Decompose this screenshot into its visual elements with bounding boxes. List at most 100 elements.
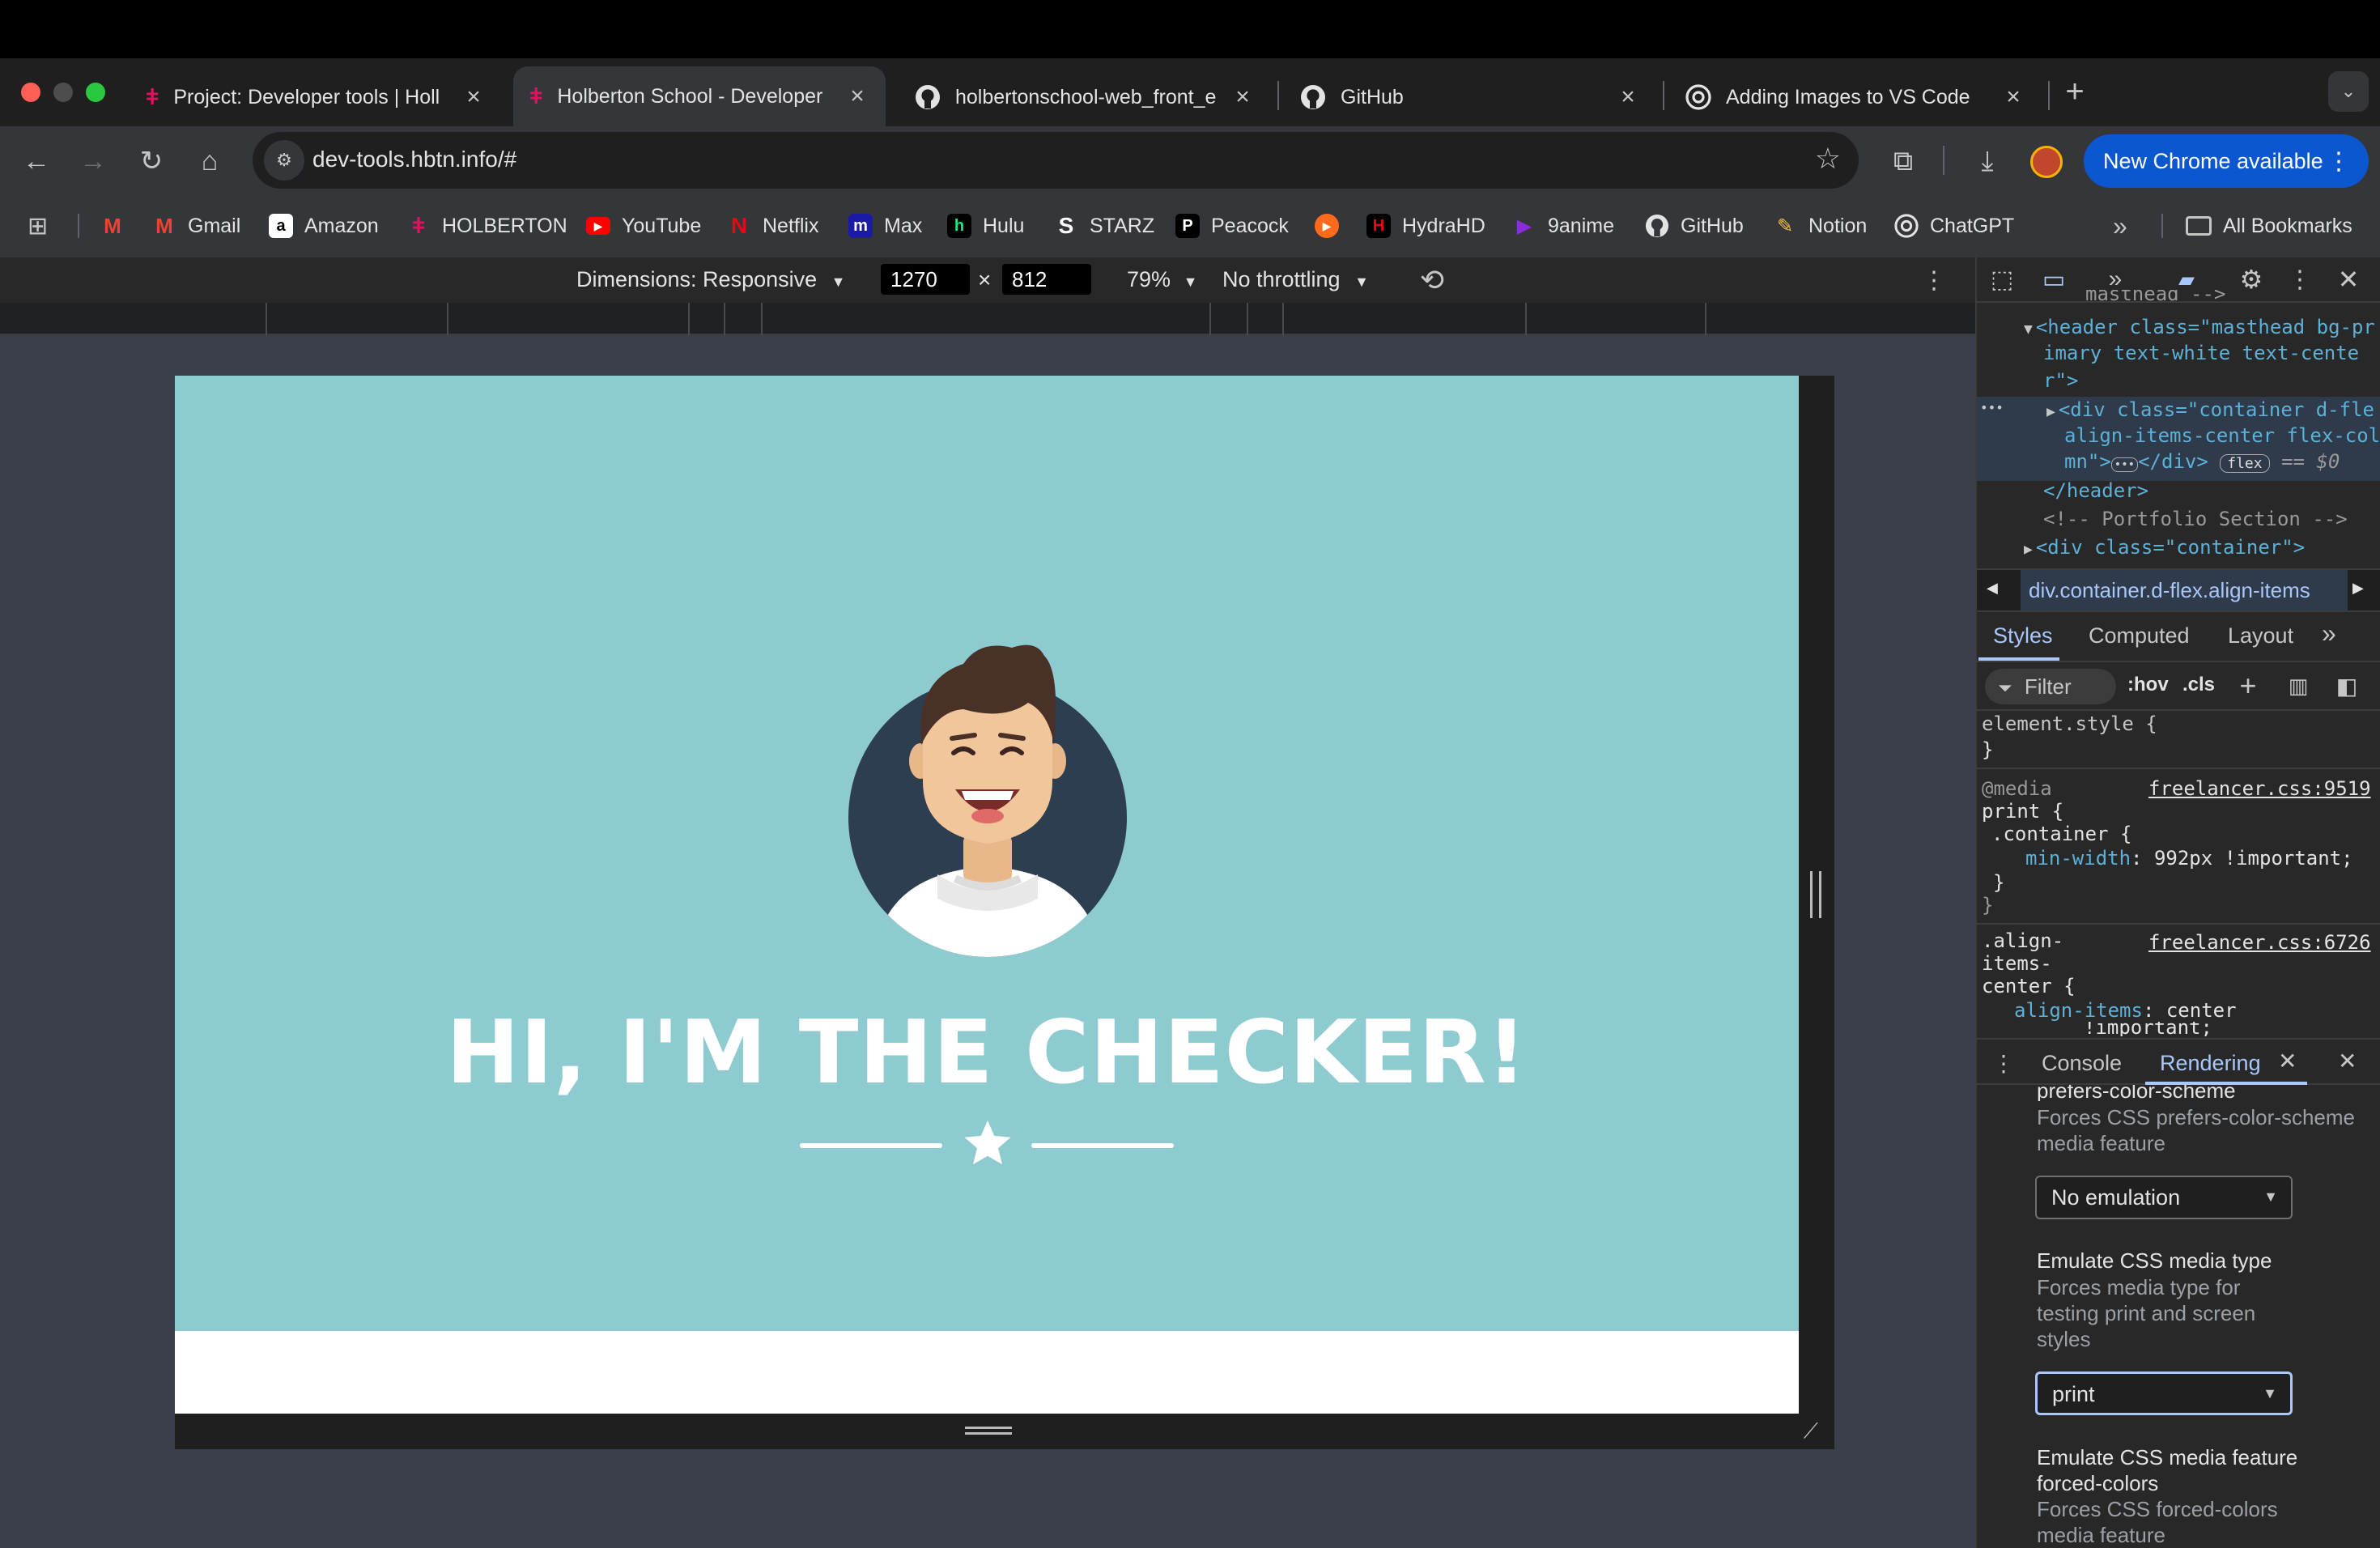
tab-github[interactable]: GitHub × [1284,68,1656,126]
tab-console[interactable]: Console [2042,1051,2122,1076]
bookmark-peacock[interactable]: P Peacock [1175,209,1289,243]
collapsed-ellipsis[interactable]: ••• [2110,457,2139,472]
height-input[interactable]: 812 [1002,264,1091,295]
bookmark-gmail[interactable]: M Gmail [152,209,240,243]
more-tabs-icon[interactable]: » [2322,619,2336,649]
bookmark-github[interactable]: GitHub [1645,209,1744,243]
close-rendering-tab-icon[interactable]: ✕ [2278,1048,2297,1074]
reload-button[interactable]: ↻ [131,141,172,181]
throttling-select[interactable]: No throttling ▼ [1222,267,1369,292]
bookmark-play[interactable]: ▶ [1315,209,1350,243]
new-rule-icon[interactable]: + [2228,666,2268,706]
more-vert-icon[interactable]: ⋮ [1914,260,1954,300]
tab-project-developer-tools[interactable]: ǂ Project: Developer tools | Holl × [130,68,502,126]
close-icon[interactable]: × [461,83,486,111]
bookmark-chatgpt[interactable]: ChatGPT [1894,209,2014,243]
more-vert-icon[interactable]: ⋮ [1983,1043,2024,1083]
dimensions-select[interactable]: Dimensions: Responsive ▼ [576,267,845,292]
tab-adding-images[interactable]: Adding Images to VS Code × [1669,68,2042,126]
bookmarks-overflow-button[interactable]: » [2113,209,2127,243]
close-devtools-icon[interactable]: ✕ [2328,259,2369,300]
close-window-button[interactable] [21,83,40,102]
zoom-select[interactable]: 79% ▼ [1127,267,1197,292]
settings-gear-icon[interactable]: ⚙ [2231,259,2272,300]
expand-arrow-icon[interactable]: ▶ [2046,403,2055,420]
caret-down-icon: ▼ [1183,274,1198,290]
bookmark-hulu[interactable]: h Hulu [947,209,1024,243]
media-source-link[interactable]: freelancer.css:9519 [2148,777,2371,800]
bookmark-hydrahd[interactable]: H HydraHD [1366,209,1485,243]
tab-rendering[interactable]: Rendering [2160,1051,2261,1076]
media-type-select[interactable]: print ▼ [2035,1372,2293,1415]
tab-layout[interactable]: Layout [2228,623,2293,649]
rotate-icon[interactable]: ⟲ [1412,260,1452,300]
bottom-resize-handle[interactable]: ⟋ [175,1414,1834,1449]
bookmark-holberton[interactable]: ǂ HOLBERTON [406,209,567,243]
bookmark-label: Hulu [983,214,1025,237]
all-bookmarks-button[interactable]: All Bookmarks [2186,209,2352,243]
bookmark-netflix[interactable]: N Netflix [727,209,819,243]
paint-brush-icon[interactable]: ▥ [2278,666,2318,706]
breadcrumb-right-arrow[interactable]: ▶ [2352,580,2364,597]
close-icon[interactable]: × [1616,83,1640,111]
bookmark-gmail-icon-only[interactable]: M [100,209,136,243]
new-chrome-available-button[interactable]: New Chrome available ⋮ [2084,134,2369,188]
tab-styles[interactable]: Styles [1993,623,2053,649]
holberton-icon: ǂ [411,213,426,238]
bookmark-label: 9anime [1548,214,1614,237]
new-tab-button[interactable]: + [2055,71,2095,112]
maximize-window-button[interactable] [86,83,105,102]
amazon-icon: a [269,214,293,238]
styles-filter-input[interactable]: ⏷ Filter [1985,669,2116,704]
tab-holberton-school[interactable]: ǂ Holberton School - Developer × [513,66,886,126]
expand-arrow-icon[interactable]: ▶ [2024,541,2033,558]
tab-holbertonschool-web-front[interactable]: holbertonschool-web_front_e × [899,68,1271,126]
width-input[interactable]: 1270 [881,264,970,295]
more-vert-icon[interactable]: ⋮ [2280,259,2320,300]
profile-avatar[interactable] [2030,146,2063,178]
bookmark-9anime[interactable]: ▶ 9anime [1512,209,1614,243]
downloads-button[interactable]: ⤓ [1967,141,2008,181]
bookmark-notion[interactable]: ✎ Notion [1773,209,1867,243]
cls-toggle[interactable]: .cls [2182,674,2215,696]
flex-badge[interactable]: flex [2220,454,2270,473]
sidebar-toggle-icon[interactable]: ◧ [2327,666,2367,706]
corner-resize-icon[interactable]: ⟋ [1804,1418,1818,1444]
close-icon[interactable]: × [845,83,869,110]
tab-search-button[interactable]: ⌄ [2328,71,2369,112]
site-info-icon[interactable]: ⚙ [264,140,304,181]
align-items-declaration[interactable]: align-items: center [2014,999,2237,1022]
hov-toggle[interactable]: :hov [2127,674,2169,696]
inspect-element-icon[interactable]: ⬚ [1982,259,2022,300]
bookmark-star-icon[interactable]: ☆ [1815,142,1841,176]
forward-button[interactable]: → [73,141,113,181]
breadcrumb[interactable]: div.container.d-flex.align-items [2021,570,2348,610]
bookmark-youtube[interactable]: ▶ YouTube [586,209,701,243]
dom-container-line[interactable]: ▶ <div class="container"> [2024,536,2305,559]
close-drawer-icon[interactable]: ✕ [2338,1048,2357,1074]
expand-arrow-icon[interactable]: ▼ [2024,321,2033,338]
bookmark-amazon[interactable]: a Amazon [269,209,379,243]
align-source-link[interactable]: freelancer.css:6726 [2148,931,2371,954]
prefers-color-scheme-select[interactable]: No emulation ▼ [2035,1176,2293,1219]
home-button[interactable]: ⌂ [189,141,230,181]
dom-div-line[interactable]: ▶ <div class="container d-fle [2046,398,2374,421]
min-width-declaration[interactable]: min-width: 992px !important; [2025,847,2353,870]
tab-title: Holberton School - Developer [557,84,823,108]
breadcrumb-left-arrow[interactable]: ◀ [1987,580,1998,597]
tab-computed[interactable]: Computed [2089,623,2190,649]
dom-header-line[interactable]: ▼ <header class="masthead bg-pr [2024,316,2375,338]
address-bar[interactable]: ⚙ dev-tools.hbtn.info/# ☆ [253,132,1859,189]
bookmark-max[interactable]: m Max [848,209,922,243]
prefers-color-scheme-desc: Forces CSS prefers-color-scheme media fe… [2037,1105,2355,1155]
dom-ellipsis[interactable]: ••• [1980,400,2004,415]
apps-icon[interactable]: ⊞ [28,209,48,243]
back-button[interactable]: ← [16,141,57,181]
bookmark-starz[interactable]: S STARZ [1054,209,1154,243]
close-icon[interactable]: × [1230,83,1255,111]
minimize-window-button[interactable] [53,83,73,102]
device-toggle-icon[interactable]: ▭ [2034,259,2074,300]
right-resize-handle[interactable] [1810,871,1821,918]
close-icon[interactable]: × [2001,83,2025,111]
extensions-button[interactable]: ⧉ [1883,141,1923,181]
